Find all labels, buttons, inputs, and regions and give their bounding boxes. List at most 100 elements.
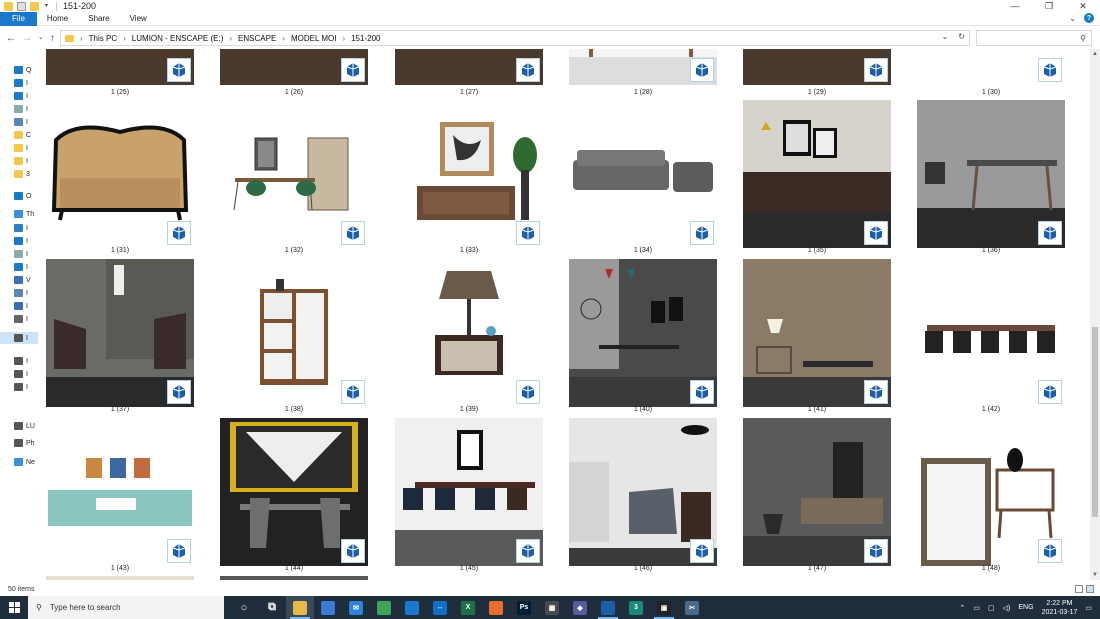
search-ring-icon[interactable]: ○ xyxy=(230,596,258,619)
file-name-label[interactable]: 1 (44) xyxy=(220,565,368,572)
file-thumbnail[interactable] xyxy=(743,418,891,566)
file-name-label[interactable]: 1 (29) xyxy=(743,89,891,96)
chevron-down-icon[interactable]: ⌄ xyxy=(942,32,949,41)
file-name-label[interactable]: 1 (38) xyxy=(220,406,368,413)
file-name-label[interactable]: 1 (45) xyxy=(395,565,543,572)
excel-icon[interactable]: X xyxy=(454,596,482,619)
properties-icon[interactable] xyxy=(17,1,26,11)
close-button[interactable]: ✕ xyxy=(1066,0,1100,12)
mail-icon[interactable]: ✉ xyxy=(342,596,370,619)
3dsmax-icon[interactable]: 3 xyxy=(622,596,650,619)
tab-home[interactable]: Home xyxy=(37,12,78,26)
display-icon[interactable]: ▢ xyxy=(988,604,995,612)
nav-item[interactable]: I xyxy=(14,224,28,232)
file-name-label[interactable]: 1 (39) xyxy=(395,406,543,413)
shield-app-icon[interactable]: ◆ xyxy=(566,596,594,619)
vertical-scrollbar[interactable]: ▲ ▼ xyxy=(1090,49,1100,580)
breadcrumb-enscape[interactable]: ENSCAPE xyxy=(238,34,276,43)
file-thumbnail[interactable] xyxy=(220,259,368,407)
file-name-label[interactable]: 1 (35) xyxy=(743,247,891,254)
file-thumbnail[interactable] xyxy=(46,259,194,407)
details-view-icon[interactable] xyxy=(1075,585,1083,593)
large-icons-view-icon[interactable] xyxy=(1086,585,1094,593)
nav-item[interactable]: I xyxy=(14,334,28,342)
chevron-down-icon[interactable]: ⌄ xyxy=(38,33,44,44)
language-indicator[interactable]: ENG xyxy=(1018,604,1033,611)
teamviewer-icon[interactable]: ↔ xyxy=(426,596,454,619)
file-name-label[interactable]: 1 (47) xyxy=(743,565,891,572)
file-name-label[interactable]: 1 (30) xyxy=(917,89,1065,96)
maximize-button[interactable]: ❐ xyxy=(1032,0,1066,12)
search-box[interactable]: ⚲ xyxy=(976,30,1092,46)
tab-file[interactable]: File xyxy=(0,11,37,26)
nav-item[interactable]: I xyxy=(14,157,28,165)
volume-icon[interactable]: ◁) xyxy=(1003,604,1011,612)
nav-item[interactable]: I xyxy=(14,79,28,87)
notification-icon[interactable]: ▭ xyxy=(1085,604,1092,612)
windows-start-icon[interactable] xyxy=(0,596,28,619)
file-thumbnail[interactable] xyxy=(917,259,1065,407)
file-thumbnail[interactable] xyxy=(917,418,1065,566)
file-name-label[interactable]: 1 (25) xyxy=(46,89,194,96)
file-name-label[interactable]: 1 (41) xyxy=(743,406,891,413)
nav-item[interactable]: I xyxy=(14,237,28,245)
photoshop-icon[interactable]: Ps xyxy=(510,596,538,619)
file-thumbnail[interactable] xyxy=(569,259,717,407)
nav-item[interactable]: I xyxy=(14,118,28,126)
nav-item[interactable]: 3 xyxy=(14,170,30,178)
nav-item[interactable]: I xyxy=(14,105,28,113)
nav-item[interactable]: C xyxy=(14,131,31,139)
nav-quick-access[interactable]: Q xyxy=(14,66,31,74)
file-thumbnail[interactable] xyxy=(46,100,194,248)
nav-item[interactable]: I xyxy=(14,250,28,258)
refresh-icon[interactable]: ↻ xyxy=(958,32,965,41)
sketchup-icon[interactable] xyxy=(594,596,622,619)
nav-lumion-drive[interactable]: LU xyxy=(14,422,35,430)
help-icon[interactable]: ? xyxy=(1084,13,1094,23)
nav-item[interactable]: I xyxy=(14,315,28,323)
nav-item[interactable]: I xyxy=(14,357,28,365)
scroll-down-icon[interactable]: ▼ xyxy=(1090,570,1100,580)
nav-this-pc[interactable]: Th xyxy=(14,210,34,218)
file-thumbnail[interactable] xyxy=(569,100,717,248)
file-name-label[interactable]: 1 (27) xyxy=(395,89,543,96)
file-thumbnail[interactable] xyxy=(395,259,543,407)
file-name-label[interactable]: 1 (40) xyxy=(569,406,717,413)
file-thumbnail[interactable] xyxy=(220,49,368,85)
scroll-thumb[interactable] xyxy=(1092,327,1098,517)
address-bar[interactable]: › This PC › LUMION - ENSCAPE (E:) › ENSC… xyxy=(60,30,970,46)
file-name-label[interactable]: 1 (43) xyxy=(46,565,194,572)
store-icon[interactable] xyxy=(314,596,342,619)
file-thumbnail[interactable] xyxy=(220,100,368,248)
file-thumbnail[interactable] xyxy=(743,100,891,248)
calculator-icon[interactable]: ▦ xyxy=(538,596,566,619)
nav-item[interactable]: V xyxy=(14,276,31,284)
breadcrumb-model-moi[interactable]: MODEL MOI xyxy=(291,34,336,43)
new-folder-icon[interactable] xyxy=(30,1,39,11)
nav-photos-drive[interactable]: Ph xyxy=(14,439,35,447)
nav-network[interactable]: Ne xyxy=(14,458,35,466)
file-name-label[interactable]: 1 (36) xyxy=(917,247,1065,254)
nav-item[interactable]: I xyxy=(14,263,28,271)
tab-share[interactable]: Share xyxy=(78,12,119,26)
file-explorer-icon[interactable] xyxy=(286,596,314,619)
nav-item[interactable]: I xyxy=(14,383,28,391)
file-thumbnail[interactable] xyxy=(220,576,368,580)
minimize-button[interactable]: — xyxy=(998,0,1032,12)
file-thumbnail[interactable] xyxy=(46,418,194,566)
file-thumbnail[interactable] xyxy=(569,418,717,566)
up-arrow-icon[interactable]: ↑ xyxy=(50,33,55,44)
breadcrumb-current[interactable]: 151-200 xyxy=(351,34,380,43)
taskbar-search[interactable]: ⚲ Type here to search xyxy=(28,596,224,619)
file-name-label[interactable]: 1 (28) xyxy=(569,89,717,96)
network-icon[interactable]: ▭ xyxy=(973,604,980,612)
file-thumbnail[interactable] xyxy=(46,576,194,580)
file-thumbnail[interactable] xyxy=(395,49,543,85)
chevron-down-icon[interactable]: ▾ xyxy=(43,2,50,11)
file-name-label[interactable]: 1 (37) xyxy=(46,406,194,413)
file-thumbnail[interactable] xyxy=(395,100,543,248)
chrome-icon[interactable] xyxy=(370,596,398,619)
forward-arrow-icon[interactable]: → xyxy=(22,33,32,44)
task-view-icon[interactable]: ⧉ xyxy=(258,596,286,619)
file-name-label[interactable]: 1 (33) xyxy=(395,247,543,254)
